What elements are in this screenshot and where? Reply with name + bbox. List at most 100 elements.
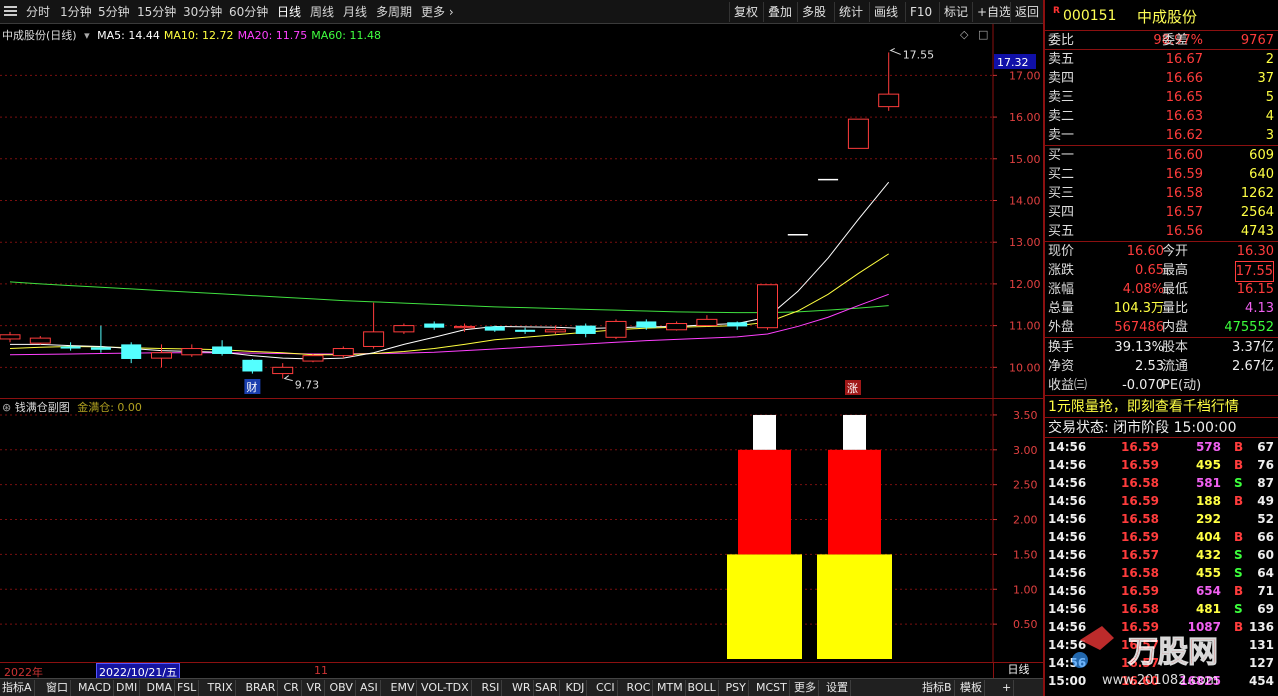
period-tab[interactable]: 分时 bbox=[26, 4, 50, 20]
period-tab[interactable]: 月线 bbox=[343, 4, 367, 20]
indicator-tab[interactable]: TRIX bbox=[206, 680, 236, 696]
tick-price: 16.57 bbox=[1121, 656, 1159, 670]
candle bbox=[121, 342, 142, 364]
indicator-tab[interactable]: FSL bbox=[175, 680, 200, 696]
toolbar-button[interactable]: 返回 bbox=[1010, 2, 1043, 22]
finance-marker-label: 财 bbox=[246, 380, 257, 394]
sub-tick-label: 3.00 bbox=[1013, 444, 1038, 457]
indicator-tab[interactable]: SAR bbox=[533, 680, 561, 696]
candle bbox=[878, 52, 900, 111]
period-tab[interactable]: 日线 bbox=[277, 4, 301, 20]
tick-row: 14:56 16.59 654 B 71 bbox=[1045, 582, 1278, 600]
asks-row[interactable]: 卖三 16.65 5 bbox=[1045, 88, 1278, 107]
price-tick-label: 12.00 bbox=[1009, 278, 1041, 291]
indicator-tab[interactable]: 窗口 bbox=[44, 680, 71, 696]
stats-label: 今开 bbox=[1162, 244, 1189, 259]
bids-price: 16.56 bbox=[1165, 224, 1203, 239]
toolbar-button[interactable]: 标记 bbox=[939, 2, 972, 22]
stats-label: 外盘 bbox=[1048, 320, 1075, 335]
red-bar bbox=[828, 449, 881, 555]
gear-icon[interactable]: ⊛ bbox=[2, 401, 11, 414]
tick-price: 16.58 bbox=[1121, 476, 1159, 490]
period-label[interactable]: 日线 bbox=[993, 662, 1043, 678]
indicator-tab[interactable]: BOLL bbox=[686, 680, 719, 696]
tick-side: S bbox=[1234, 476, 1243, 490]
indicator-tab[interactable]: MCST bbox=[754, 680, 790, 696]
ma60-line bbox=[9, 281, 889, 314]
main-kline-chart[interactable]: 17.00 16.00 15.00 14.00 13.00 12.00 11.00 10.00… bbox=[0, 24, 1043, 398]
period-tab[interactable]: 多周期 bbox=[376, 4, 412, 20]
indicator-right-tab[interactable]: + bbox=[1000, 680, 1015, 696]
toolbar-button[interactable]: F10 bbox=[905, 2, 936, 22]
asks-price: 16.65 bbox=[1165, 90, 1203, 105]
asks-row[interactable]: 卖一 16.62 3 bbox=[1045, 126, 1278, 145]
indicator-tab[interactable]: ASI bbox=[358, 680, 381, 696]
indicator-tab[interactable]: 设置 bbox=[824, 680, 851, 696]
period-tab[interactable]: 更多 › bbox=[421, 4, 454, 20]
tick-time: 14:56 bbox=[1048, 656, 1087, 670]
stats-value: 104.3万 bbox=[1113, 301, 1164, 316]
indicator-tab[interactable]: CR bbox=[282, 680, 302, 696]
period-tab[interactable]: 60分钟 bbox=[229, 4, 268, 20]
period-tab[interactable]: 30分钟 bbox=[183, 4, 222, 20]
asks-volume: 3 bbox=[1265, 128, 1274, 143]
promo-banner[interactable]: 1元限量抢，即刻查看千档行情 bbox=[1045, 396, 1278, 418]
indicator-tab[interactable]: CCI bbox=[594, 680, 618, 696]
sub-tick-label: 0.50 bbox=[1013, 618, 1038, 631]
stats-label: 现价 bbox=[1048, 244, 1075, 259]
period-tab[interactable]: 周线 bbox=[310, 4, 334, 20]
indicator-tab[interactable]: KDJ bbox=[564, 680, 588, 696]
tick-time: 14:56 bbox=[1048, 458, 1087, 472]
indicator-tab[interactable]: MTM bbox=[655, 680, 686, 696]
price-tick-label: 13.00 bbox=[1009, 236, 1041, 249]
indicator-tab[interactable]: DMA bbox=[145, 680, 175, 696]
bids-row[interactable]: 买一 16.60 609 bbox=[1045, 146, 1278, 165]
bids-volume: 2564 bbox=[1240, 205, 1274, 220]
bids-row[interactable]: 买二 16.59 640 bbox=[1045, 165, 1278, 184]
indicator-tab[interactable]: WR bbox=[510, 680, 534, 696]
toolbar-button[interactable]: 复权 bbox=[729, 2, 762, 22]
tick-count: 87 bbox=[1257, 476, 1274, 490]
indicator-tab[interactable]: PSY bbox=[724, 680, 749, 696]
tick-list[interactable]: 14:56 16.59 578 B 67 14:56 16.59 495 B 76 14:56 16.… bbox=[1045, 438, 1278, 690]
asks-price: 16.63 bbox=[1165, 109, 1203, 124]
indicator-tab[interactable]: BRAR bbox=[244, 680, 279, 696]
indicator-right-tab[interactable]: 指标B bbox=[920, 680, 955, 696]
indicator-tab[interactable]: MACD bbox=[76, 680, 114, 696]
menu-icon[interactable] bbox=[4, 6, 17, 18]
tick-volume: 481 bbox=[1195, 602, 1221, 616]
indicator-tab[interactable]: OBV bbox=[328, 680, 356, 696]
tick-volume: 495 bbox=[1195, 458, 1221, 472]
chevron-down-icon[interactable]: ▾ bbox=[84, 29, 90, 42]
toolbar-button[interactable]: 统计 bbox=[834, 2, 867, 22]
sub-indicator-chart[interactable]: 3.50 3.00 2.50 2.00 1.50 1.00 0.50 ⊛ 钱满仓副图 金满仓… bbox=[0, 398, 1043, 663]
indicator-tab[interactable]: ROC bbox=[625, 680, 654, 696]
bids-row[interactable]: 买四 16.57 2564 bbox=[1045, 203, 1278, 222]
stats-row: 涨跌 0.65 最高 17.55 bbox=[1045, 261, 1278, 282]
indicator-tab[interactable]: VR bbox=[305, 680, 325, 696]
indicator-tab[interactable]: DMI bbox=[114, 680, 141, 696]
current-price-label: 17.32 bbox=[997, 56, 1029, 69]
bids-row[interactable]: 买三 16.58 1262 bbox=[1045, 184, 1278, 203]
toolbar-button[interactable]: 多股 bbox=[797, 2, 830, 22]
indicator-right-tab[interactable]: 模板 bbox=[958, 680, 985, 696]
ma10-line bbox=[9, 253, 889, 356]
asks-row[interactable]: 卖四 16.66 37 bbox=[1045, 69, 1278, 88]
period-tab[interactable]: 5分钟 bbox=[98, 4, 130, 20]
toolbar-button[interactable]: 画线 bbox=[869, 2, 902, 22]
indicator-tab[interactable]: EMV bbox=[389, 680, 418, 696]
stats-value: 0.65 bbox=[1135, 263, 1164, 278]
asks-row[interactable]: 卖二 16.63 4 bbox=[1045, 107, 1278, 126]
indicator-tab[interactable]: 指标A bbox=[0, 680, 35, 696]
indicator-tab[interactable]: RSI bbox=[480, 680, 503, 696]
tick-time: 14:56 bbox=[1048, 530, 1087, 544]
bids-row[interactable]: 买五 16.56 4743 bbox=[1045, 222, 1278, 241]
toolbar-button[interactable]: 叠加 bbox=[763, 2, 796, 22]
indicator-tab[interactable]: VOL-TDX bbox=[419, 680, 472, 696]
toolbar-button[interactable]: +自选 bbox=[972, 2, 1015, 22]
indicator-tab[interactable]: 更多 bbox=[792, 680, 819, 696]
tick-side: S bbox=[1234, 602, 1243, 616]
asks-row[interactable]: 卖五 16.67 2 bbox=[1045, 50, 1278, 69]
period-tab[interactable]: 1分钟 bbox=[60, 4, 92, 20]
period-tab[interactable]: 15分钟 bbox=[137, 4, 176, 20]
